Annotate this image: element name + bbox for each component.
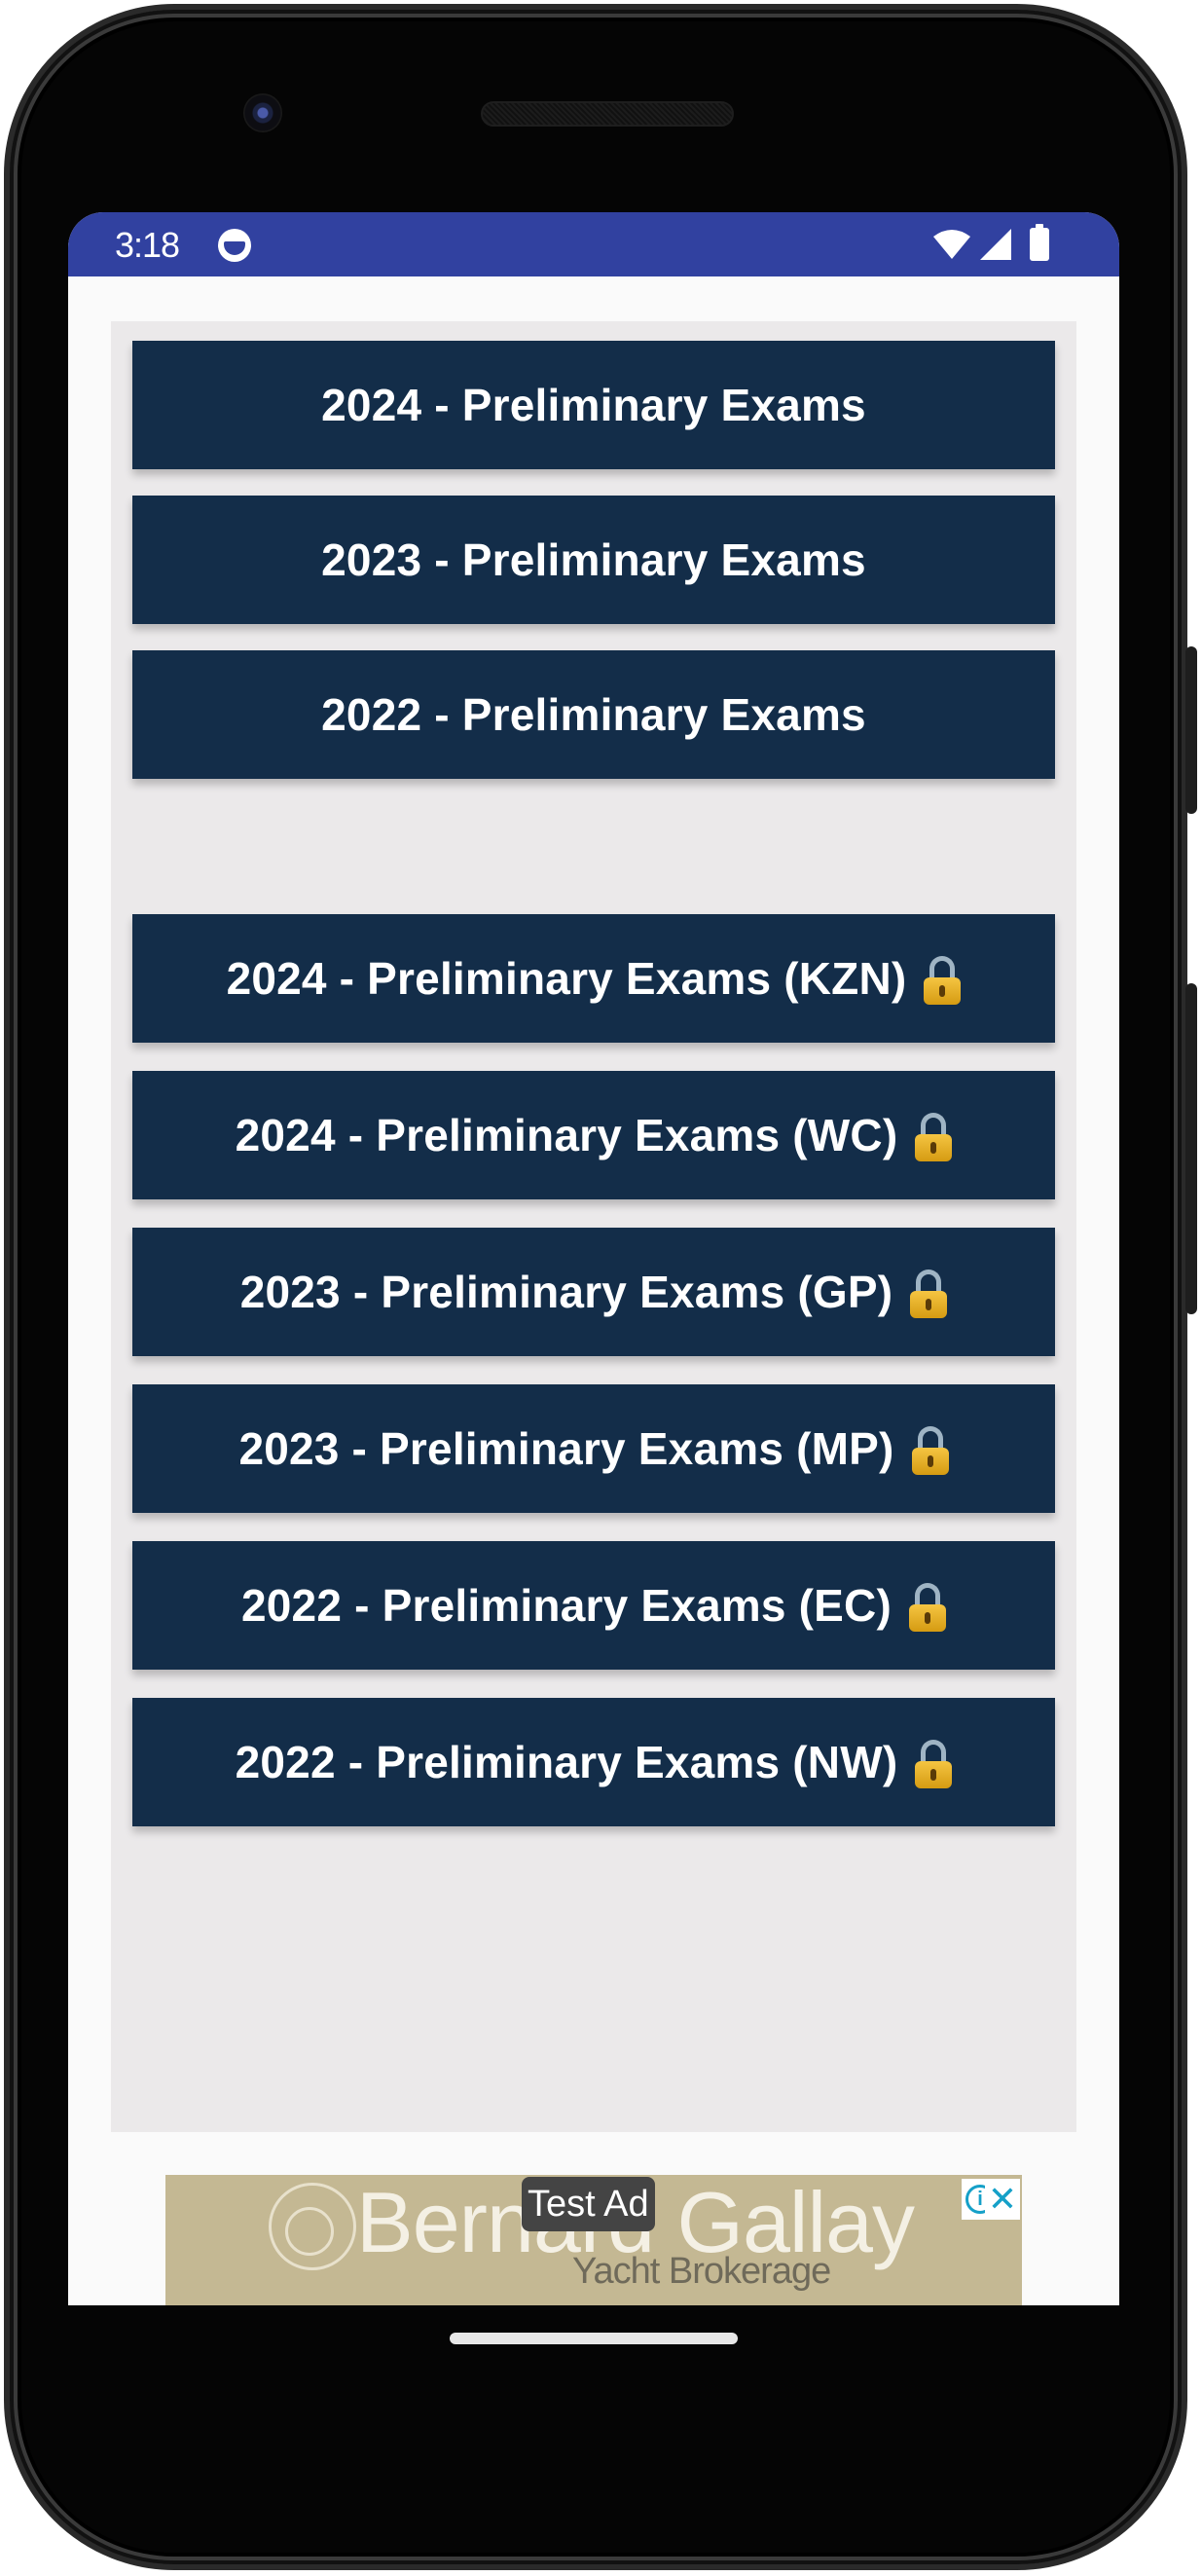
lock-icon [911, 1426, 949, 1475]
exam-button-2023[interactable]: 2023 - Preliminary Exams [132, 496, 1055, 624]
volume-button[interactable] [1185, 983, 1197, 1314]
exam-button-2022[interactable]: 2022 - Preliminary Exams [132, 650, 1055, 779]
ad-tagline: Yacht Brokerage [572, 2251, 831, 2292]
exam-button-label: 2023 - Preliminary Exams [321, 534, 866, 585]
exam-button-label: 2022 - Preliminary Exams [321, 689, 866, 740]
exam-button-label: 2023 - Preliminary Exams (GP) [239, 1267, 893, 1317]
exam-button-2022-ec[interactable]: 2022 - Preliminary Exams (EC) [132, 1541, 1055, 1670]
ad-close-button[interactable]: ✕ [985, 2179, 1020, 2220]
battery-icon [1030, 224, 1049, 261]
screen: 3:18 2024 - Preliminary Exams 2023 - Pre… [68, 212, 1119, 2305]
power-button[interactable] [1185, 646, 1197, 814]
lock-icon [915, 1113, 953, 1161]
exam-button-2023-mp[interactable]: 2023 - Preliminary Exams (MP) [132, 1384, 1055, 1513]
lock-icon [924, 956, 962, 1005]
wifi-icon [933, 230, 970, 259]
status-bar: 3:18 [68, 212, 1119, 276]
exam-list-panel: 2024 - Preliminary Exams 2023 - Prelimin… [111, 321, 1076, 2132]
exam-button-label: 2024 - Preliminary Exams [321, 380, 866, 430]
home-gesture-bar[interactable] [450, 2333, 738, 2344]
lock-icon [915, 1740, 953, 1788]
lock-icon [910, 1270, 948, 1318]
front-camera [243, 93, 282, 132]
exam-button-label: 2022 - Preliminary Exams (NW) [235, 1737, 898, 1787]
lock-icon [909, 1583, 947, 1632]
status-time: 3:18 [115, 225, 180, 265]
exam-button-2024-kzn[interactable]: 2024 - Preliminary Exams (KZN) [132, 914, 1055, 1043]
exam-button-label: 2024 - Preliminary Exams (KZN) [226, 953, 907, 1004]
ad-banner[interactable]: Bernard Gallay Yacht Brokerage Test Ad i… [165, 2175, 1022, 2305]
cellular-signal-icon [980, 229, 1011, 260]
earpiece-speaker [481, 101, 734, 127]
exam-button-label: 2022 - Preliminary Exams (EC) [240, 1580, 892, 1631]
exam-button-2023-gp[interactable]: 2023 - Preliminary Exams (GP) [132, 1228, 1055, 1356]
notification-app-icon [218, 229, 251, 262]
status-icons [932, 224, 1049, 261]
exam-button-label: 2024 - Preliminary Exams (WC) [235, 1110, 898, 1160]
ad-brand-logo-icon [269, 2183, 356, 2270]
exam-button-2022-nw[interactable]: 2022 - Preliminary Exams (NW) [132, 1698, 1055, 1826]
exam-button-2024-wc[interactable]: 2024 - Preliminary Exams (WC) [132, 1071, 1055, 1199]
ad-test-label: Test Ad [522, 2177, 655, 2231]
exam-button-2024[interactable]: 2024 - Preliminary Exams [132, 341, 1055, 469]
close-icon: ✕ [987, 2179, 1018, 2219]
exam-button-label: 2023 - Preliminary Exams (MP) [238, 1423, 894, 1474]
